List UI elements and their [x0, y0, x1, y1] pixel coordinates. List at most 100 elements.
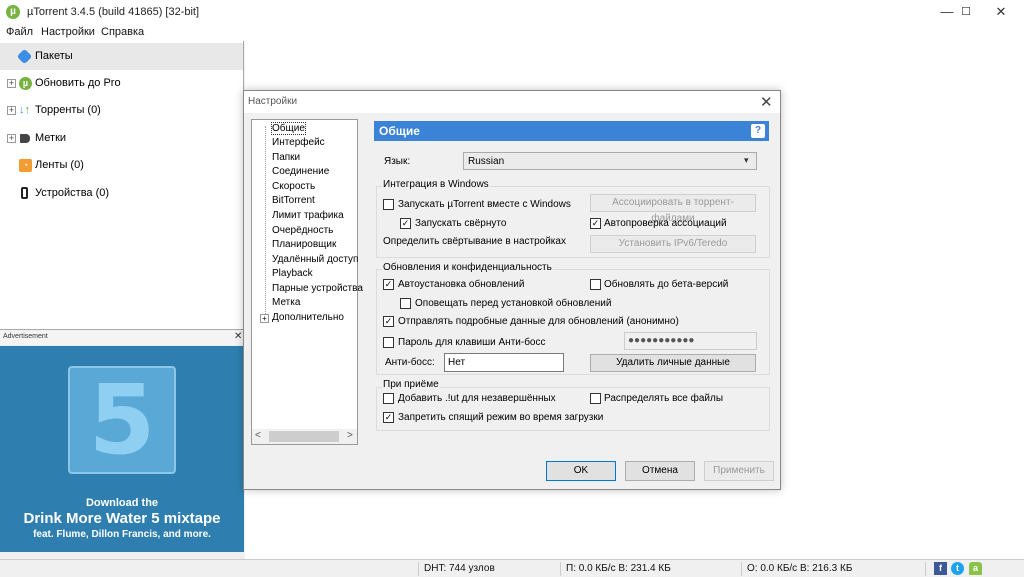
scroll-thumb[interactable] — [269, 431, 339, 442]
boss-password-label: Пароль для клавиши Анти-босс — [398, 337, 546, 348]
tree-item-queueing[interactable]: Очерёдность — [272, 225, 333, 236]
expand-icon[interactable]: + — [7, 106, 16, 115]
tree-item-paired-devices[interactable]: Парные устройства — [272, 283, 363, 294]
sidebar-item-torrents[interactable]: + ↓↑ Торренты (0) — [0, 97, 243, 124]
language-select[interactable]: Russian ▾ — [463, 152, 757, 170]
tree-item-traffic-limit[interactable]: Лимит трафика — [272, 210, 344, 221]
ad-line1: Download the — [85, 497, 159, 509]
rss-icon: ◔ — [19, 159, 32, 172]
section-header: Общие ? — [374, 121, 769, 141]
menu-file[interactable]: Файл — [6, 26, 33, 38]
tree-item-folders[interactable]: Папки — [272, 152, 300, 163]
send-data-label: Отправлять подробные данные для обновлен… — [398, 316, 679, 327]
ipv6-button[interactable]: Установить IPv6/Teredo — [590, 235, 756, 253]
auto-check-checkbox[interactable]: ✓ — [590, 218, 601, 229]
sidebar-item-upgrade[interactable]: + µ Обновить до Pro — [0, 70, 243, 97]
ad-banner[interactable]: 5 Download the Drink More Water 5 mixtap… — [0, 346, 244, 552]
ok-button[interactable]: OK — [546, 461, 616, 481]
auto-check-label: Автопроверка ассоциаций — [604, 218, 727, 229]
ad-label: Advertisement — [3, 333, 48, 340]
expand-icon[interactable]: + — [260, 314, 269, 323]
label-icon — [20, 134, 30, 143]
send-data-checkbox[interactable]: ✓ — [383, 316, 394, 327]
settings-dialog: Настройки ✕ Общие Интерфейс Папки Соедин… — [243, 90, 781, 490]
dialog-close-icon[interactable]: ✕ — [760, 93, 773, 111]
cancel-button[interactable]: Отмена — [625, 461, 695, 481]
settings-tree: Общие Интерфейс Папки Соединение Скорост… — [251, 119, 363, 445]
minimize-settings-label: Определить свёртывание в настройках — [383, 236, 566, 247]
integration-group-title: Интеграция в Windows — [382, 179, 490, 190]
tree-line — [265, 126, 266, 320]
tree-item-bittorrent[interactable]: BitTorrent — [272, 195, 315, 206]
apply-button[interactable]: Применить — [704, 461, 774, 481]
tree-item-advanced[interactable]: Дополнительно — [272, 312, 344, 323]
add-ut-label: Добавить .!ut для незавершённых — [398, 393, 556, 404]
add-ut-checkbox[interactable] — [383, 393, 394, 404]
status-bar: DHT: 744 узлов П: 0.0 КБ/с В: 231.4 КБ О… — [0, 559, 1024, 577]
tree-item-connection[interactable]: Соединение — [272, 166, 329, 177]
beta-checkbox[interactable] — [590, 279, 601, 290]
boss-key-input[interactable]: Нет — [444, 353, 564, 372]
expand-icon[interactable]: + — [7, 134, 16, 143]
menu-settings[interactable]: Настройки — [41, 26, 95, 38]
sidebar-item-bundles[interactable]: Пакеты — [0, 43, 243, 70]
boss-password-checkbox[interactable] — [383, 337, 394, 348]
sidebar-item-devices[interactable]: Устройства (0) — [0, 180, 243, 207]
close-button[interactable]: ✕ — [978, 0, 1024, 24]
tree-item-playback[interactable]: Playback — [272, 268, 313, 279]
scroll-right-icon[interactable]: > — [347, 430, 353, 441]
prevent-sleep-label: Запретить спящий режим во время загрузки — [398, 412, 604, 423]
clear-private-data-button[interactable]: Удалить личные данные — [590, 354, 756, 372]
utorrent-logo-icon: µ — [6, 5, 20, 19]
associate-button[interactable]: Ассоциировать в торрент-файлами — [590, 194, 756, 224]
tree-item-speed[interactable]: Скорость — [272, 181, 315, 192]
help-icon[interactable]: ? — [751, 124, 765, 138]
receive-group-title: При приёме — [382, 379, 440, 390]
menu-bar: Файл Настройки Справка — [0, 24, 1024, 41]
sidebar-item-feeds[interactable]: ◔ Ленты (0) — [0, 152, 243, 179]
facebook-icon[interactable]: f — [934, 562, 947, 575]
allocate-checkbox[interactable] — [590, 393, 601, 404]
dialog-title: Настройки — [248, 96, 298, 107]
ad-line3: feat. Flume, Dillon Francis, and more. — [33, 529, 211, 540]
menu-help[interactable]: Справка — [101, 26, 144, 38]
tree-item-interface[interactable]: Интерфейс — [272, 137, 325, 148]
tree-item-remote[interactable]: Удалённый доступ — [272, 254, 358, 265]
boss-password-input[interactable]: ●●●●●●●●●●● — [624, 332, 757, 350]
utorrent-icon: µ — [19, 77, 32, 90]
dialog-title-bar: Настройки ✕ — [244, 91, 780, 113]
start-with-windows-checkbox[interactable] — [383, 199, 394, 210]
prevent-sleep-checkbox[interactable]: ✓ — [383, 412, 394, 423]
title-bar: µ µTorrent 3.4.5 (build 41865) [32-bit] … — [0, 0, 1024, 24]
scroll-left-icon[interactable]: < — [255, 430, 261, 441]
download-status: П: 0.0 КБ/с В: 231.4 КБ — [566, 563, 671, 574]
boss-key-label: Анти-босс: — [385, 357, 435, 368]
sidebar-item-label: Пакеты — [35, 50, 73, 62]
separator — [925, 562, 926, 576]
section-title: Общие — [379, 124, 420, 138]
sidebar-item-labels[interactable]: + Метки — [0, 125, 243, 152]
tree-horizontal-scrollbar[interactable]: < > — [252, 429, 357, 444]
separator — [560, 562, 561, 576]
auto-install-checkbox[interactable]: ✓ — [383, 279, 394, 290]
beta-label: Обновлять до бета-версий — [604, 279, 729, 290]
tree-item-label[interactable]: Метка — [272, 297, 300, 308]
start-minimized-checkbox[interactable]: ✓ — [400, 218, 411, 229]
twitter-icon[interactable]: t — [951, 562, 964, 575]
tree-item-general[interactable]: Общие — [271, 122, 306, 135]
sidebar-item-label: Обновить до Pro — [35, 77, 121, 89]
notify-checkbox[interactable] — [400, 298, 411, 309]
separator — [741, 562, 742, 576]
tree-item-scheduler[interactable]: Планировщик — [272, 239, 336, 250]
ad-close-icon[interactable]: ✕ — [234, 331, 242, 342]
torrents-icon: ↓↑ — [19, 104, 30, 116]
start-with-windows-label: Запускать µTorrent вместе с Windows — [398, 199, 571, 210]
bundle-icon — [16, 48, 33, 65]
android-icon[interactable]: a — [969, 562, 982, 575]
sidebar-item-label: Метки — [35, 132, 67, 144]
language-label: Язык: — [384, 156, 411, 167]
sidebar-item-label: Устройства (0) — [35, 187, 110, 199]
ad-line2: Drink More Water 5 mixtape — [23, 510, 221, 527]
expand-icon[interactable]: + — [7, 79, 16, 88]
dht-status: DHT: 744 узлов — [424, 563, 495, 574]
